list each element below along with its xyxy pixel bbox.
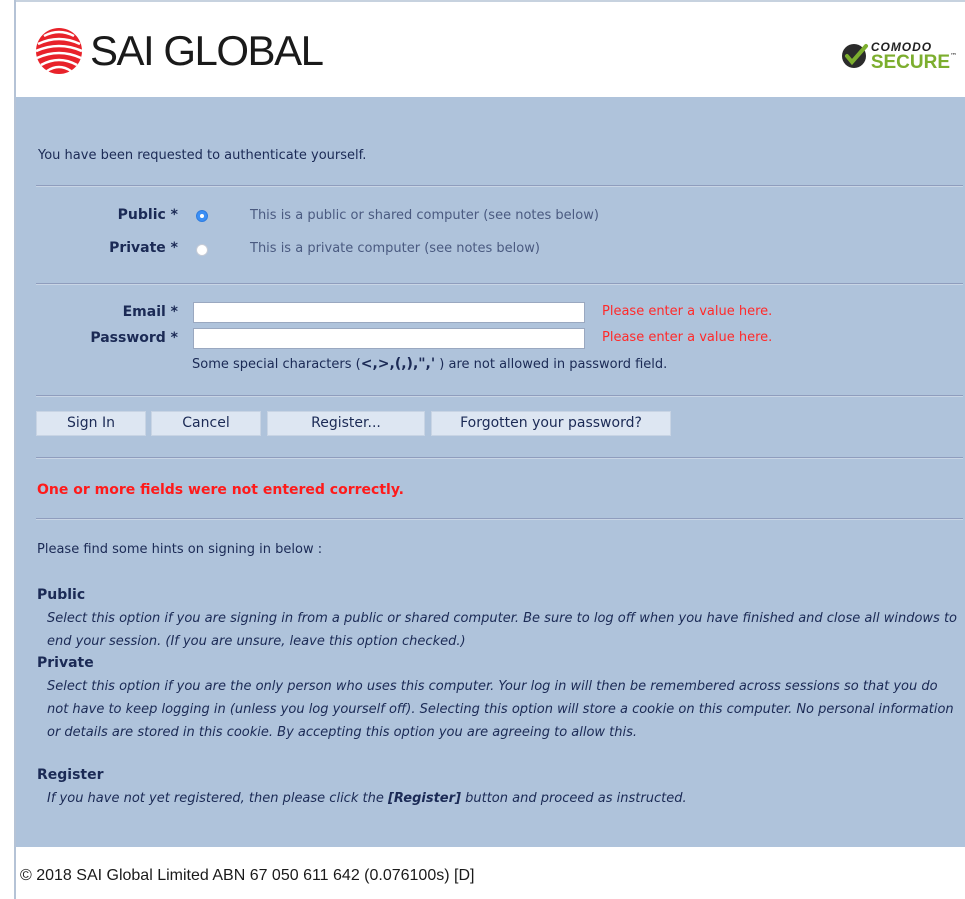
hint-register-title: Register: [37, 767, 104, 783]
private-radio[interactable]: [196, 244, 208, 256]
login-panel: You have been requested to authenticate …: [16, 97, 965, 847]
public-note: This is a public or shared computer (see…: [250, 208, 599, 223]
private-note: This is a private computer (see notes be…: [250, 241, 540, 256]
hint-public-title: Public: [37, 587, 86, 603]
divider: [36, 283, 963, 285]
hint-register-text: If you have not yet registered, then ple…: [47, 791, 687, 806]
logo-text: SAI GLOBAL: [90, 27, 324, 74]
comodo-secure-badge: COMODO SECURE ™: [841, 36, 957, 76]
divider: [36, 395, 963, 397]
hint-private-title: Private: [37, 655, 94, 671]
public-label: Public *: [117, 207, 178, 223]
header: SAI GLOBAL COMODO SECURE ™: [16, 0, 965, 99]
intro-text: You have been requested to authenticate …: [38, 148, 367, 163]
register-link-text: [Register]: [387, 791, 461, 806]
hints-intro: Please find some hints on signing in bel…: [37, 542, 323, 557]
sign-in-button[interactable]: Sign In: [36, 411, 146, 436]
badge-top-text: COMODO: [870, 39, 933, 54]
special-chars-note: Some special characters (<,>,(,),",' ) a…: [192, 356, 668, 372]
cancel-button[interactable]: Cancel: [151, 411, 261, 436]
special-chars-list: <,>,(,),",': [360, 356, 436, 372]
sai-global-logo: SAI GLOBAL: [34, 26, 324, 76]
divider: [36, 518, 963, 520]
divider: [36, 457, 963, 459]
email-error: Please enter a value here.: [602, 304, 773, 319]
hint-private-text: Select this option if you are the only p…: [47, 679, 954, 740]
form-error-message: One or more fields were not entered corr…: [37, 482, 404, 498]
footer-copyright: © 2018 SAI Global Limited ABN 67 050 611…: [20, 867, 475, 884]
register-button[interactable]: Register...: [267, 411, 425, 436]
badge-bottom-text: SECURE: [870, 51, 950, 73]
email-label: Email *: [122, 304, 178, 320]
password-label: Password *: [90, 330, 178, 346]
trademark-mark: ™: [950, 51, 957, 60]
hint-public-text: Select this option if you are signing in…: [47, 611, 957, 649]
password-error: Please enter a value here.: [602, 330, 773, 345]
private-label: Private *: [109, 240, 178, 256]
checkmark-icon: [841, 44, 868, 68]
password-field[interactable]: [193, 328, 585, 349]
email-field[interactable]: [193, 302, 585, 323]
forgot-password-button[interactable]: Forgotten your password?: [431, 411, 671, 436]
divider: [36, 185, 963, 187]
public-radio[interactable]: [196, 210, 208, 222]
sai-global-globe-icon: [35, 28, 83, 74]
